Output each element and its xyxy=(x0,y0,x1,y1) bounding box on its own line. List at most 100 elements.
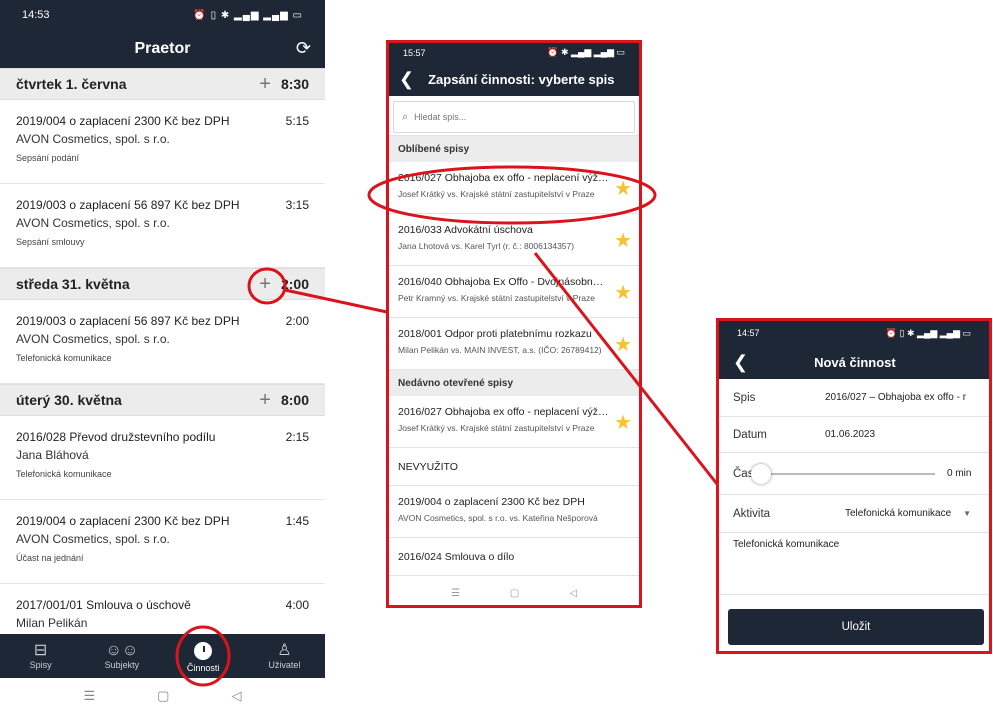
star-icon[interactable]: ★ xyxy=(614,332,632,357)
activity-entry[interactable]: 2019/003 o zaplacení 56 897 Kč bez DPH AV… xyxy=(0,300,325,384)
tab-label: Činnosti xyxy=(186,662,220,673)
status-icons: ⏰ ▯ ✱ ▂▄▆ ▂▄▆ ▭ xyxy=(885,327,971,338)
spis-label: Spis xyxy=(733,391,756,404)
tab-bar: ⊟ Spisy ☺☺ Subjekty Činnosti ♙ Uživatel xyxy=(0,634,325,678)
star-icon[interactable]: ★ xyxy=(614,228,632,253)
tab-spisy[interactable]: ⊟ Spisy xyxy=(0,634,81,678)
file-item[interactable]: 2016/024 Smlouva o dílo xyxy=(389,538,639,576)
app-bar: Praetor ⟳ xyxy=(0,30,325,68)
entry-activity: Sepsání smlouvy xyxy=(16,237,85,247)
status-icons: ⏰ ▯ ✱ ▂▄▆ ▂▄▆ ▭ xyxy=(193,9,303,21)
entry-title: 2016/028 Převod družstevního podílu xyxy=(16,430,216,444)
tab-cinnosti[interactable]: Činnosti xyxy=(163,634,244,678)
file-item[interactable]: NEVYUŽITO xyxy=(389,448,639,486)
datum-value[interactable]: 01.06.2023 xyxy=(825,429,875,440)
tab-label: Spisy xyxy=(29,660,52,670)
tab-uzivatel[interactable]: ♙ Uživatel xyxy=(244,634,325,678)
add-activity-icon[interactable]: + xyxy=(259,273,271,296)
system-nav-bar: ☰ ▢ ◁ xyxy=(389,581,639,605)
file-parties: Jana Lhotová vs. Karel Tyrl (r. č.: 8006… xyxy=(398,241,575,251)
status-time: 14:53 xyxy=(22,9,50,21)
favorites-list: 2016/027 Obhajoba ex offo - neplacení vý… xyxy=(389,162,639,370)
home-icon[interactable]: ▢ xyxy=(157,688,169,704)
entry-client: Jana Bláhová xyxy=(16,448,89,462)
day-total: 8:30 xyxy=(280,76,309,92)
file-title: 2016/027 Obhajoba ex offo - neplacení vý… xyxy=(398,406,609,418)
search-input[interactable] xyxy=(414,112,615,122)
search-box[interactable]: ⌕ xyxy=(393,101,635,133)
back-triangle-icon[interactable]: ◁ xyxy=(231,688,241,704)
status-bar: 15:57 ⏰ ✱ ▂▄▆ ▂▄▆ ▭ xyxy=(389,43,639,62)
entry-activity: Účast na jednání xyxy=(16,553,84,563)
back-triangle-icon[interactable]: ◁ xyxy=(569,588,577,599)
add-activity-icon[interactable]: + xyxy=(259,73,271,96)
file-item[interactable]: 2018/001 Odpor proti platebnímu rozkazu M… xyxy=(389,318,639,370)
status-time: 15:57 xyxy=(403,47,426,58)
aktivita-row[interactable]: Aktivita Telefonická komunikace ▼ xyxy=(719,495,989,533)
file-title: 2019/004 o zaplacení 2300 Kč bez DPH xyxy=(398,496,585,508)
entry-activity: Sepsání podání xyxy=(16,153,80,163)
sync-icon[interactable]: ⟳ xyxy=(296,38,311,59)
day-total: 2:00 xyxy=(280,276,309,292)
back-icon[interactable]: ❮ xyxy=(733,352,748,373)
datum-row[interactable]: Datum 01.06.2023 xyxy=(719,417,989,453)
home-icon[interactable]: ▢ xyxy=(510,588,519,599)
activity-entry[interactable]: 2019/004 o zaplacení 2300 Kč bez DPH AVON… xyxy=(0,500,325,584)
file-parties: Josef Krátký vs. Krajské státní zastupit… xyxy=(398,189,595,199)
search-icon: ⌕ xyxy=(402,110,409,123)
app-bar: ❮ Zapsání činnosti: vyberte spis xyxy=(389,62,639,96)
star-icon[interactable]: ★ xyxy=(614,280,632,305)
day-header: úterý 30. května +8:00 xyxy=(0,384,325,416)
user-icon: ♙ xyxy=(277,642,292,659)
recent-list: 2016/027 Obhajoba ex offo - neplacení vý… xyxy=(389,396,639,576)
activity-entry[interactable]: 2019/003 o zaplacení 56 897 Kč bez DPH AV… xyxy=(0,184,325,268)
day-header: středa 31. května +2:00 xyxy=(0,268,325,300)
file-parties: AVON Cosmetics, spol. s r.o. vs. Kateřin… xyxy=(398,513,598,523)
menu-icon[interactable]: ☰ xyxy=(451,588,460,599)
file-item[interactable]: 2016/027 Obhajoba ex offo - neplacení vý… xyxy=(389,162,639,214)
activity-entry[interactable]: 2019/004 o zaplacení 2300 Kč bez DPH AVON… xyxy=(0,100,325,184)
entry-title: 2019/004 o zaplacení 2300 Kč bez DPH xyxy=(16,514,230,528)
day-header: čtvrtek 1. června +8:30 xyxy=(0,68,325,100)
entry-time: 5:15 xyxy=(285,114,309,128)
favorites-header: Oblíbené spisy xyxy=(389,136,639,162)
spis-row[interactable]: Spis 2016/027 – Obhajoba ex offo - r xyxy=(719,379,989,417)
entry-title: 2017/001/01 Smlouva o úschově xyxy=(16,598,191,612)
star-icon[interactable]: ★ xyxy=(614,410,632,435)
entry-client: AVON Cosmetics, spol. s r.o. xyxy=(16,532,170,546)
save-button[interactable]: Uložit xyxy=(728,609,984,645)
aktivita-value[interactable]: Telefonická komunikace xyxy=(845,508,951,519)
file-item[interactable]: 2016/033 Advokátní úschova Jana Lhotová v… xyxy=(389,214,639,266)
file-parties: Milan Pelikán vs. MAIN INVEST, a.s. (IČO… xyxy=(398,345,602,355)
menu-icon[interactable]: ☰ xyxy=(84,688,96,704)
cas-value: 0 min xyxy=(947,468,972,479)
spis-value[interactable]: 2016/027 – Obhajoba ex offo - r xyxy=(825,392,966,403)
add-activity-icon[interactable]: + xyxy=(259,389,271,412)
clock-icon xyxy=(192,639,215,662)
entry-activity: Telefonická komunikace xyxy=(16,353,112,363)
cas-row: Čas 0 min xyxy=(719,453,989,495)
phone-select-file-screen: 15:57 ⏰ ✱ ▂▄▆ ▂▄▆ ▭ ❮ Zapsání činnosti: … xyxy=(386,40,642,608)
file-title: NEVYUŽITO xyxy=(398,460,458,473)
entry-title: 2019/003 o zaplacení 56 897 Kč bez DPH xyxy=(16,198,240,212)
activity-entry[interactable]: 2016/028 Převod družstevního podílu Jana … xyxy=(0,416,325,500)
time-slider[interactable] xyxy=(751,463,935,484)
slider-knob[interactable] xyxy=(751,463,771,484)
app-title: Praetor xyxy=(134,40,191,57)
file-item[interactable]: 2016/027 Obhajoba ex offo - neplacení vý… xyxy=(389,396,639,448)
file-title: 2016/033 Advokátní úschova xyxy=(398,224,533,236)
status-bar: 14:53 ⏰ ▯ ✱ ▂▄▆ ▂▄▆ ▭ xyxy=(0,0,325,30)
tab-subjekty[interactable]: ☺☺ Subjekty xyxy=(81,634,162,678)
entry-client: AVON Cosmetics, spol. s r.o. xyxy=(16,132,170,146)
entry-client: Milan Pelikán xyxy=(16,616,88,630)
note-field[interactable]: Telefonická komunikace xyxy=(719,533,989,595)
file-item[interactable]: 2016/040 Obhajoba Ex Offo - Dvojnásobná … xyxy=(389,266,639,318)
entry-time: 4:00 xyxy=(285,598,309,612)
back-icon[interactable]: ❮ xyxy=(399,69,414,90)
system-nav-bar: ☰ ▢ ◁ xyxy=(0,678,325,713)
dropdown-arrow-icon[interactable]: ▼ xyxy=(963,509,971,518)
status-bar: 14:57 ⏰ ▯ ✱ ▂▄▆ ▂▄▆ ▭ xyxy=(719,321,989,345)
star-icon[interactable]: ★ xyxy=(614,176,632,201)
file-item[interactable]: 2019/004 o zaplacení 2300 Kč bez DPH AVON… xyxy=(389,486,639,538)
status-icons: ⏰ ✱ ▂▄▆ ▂▄▆ ▭ xyxy=(547,47,625,57)
